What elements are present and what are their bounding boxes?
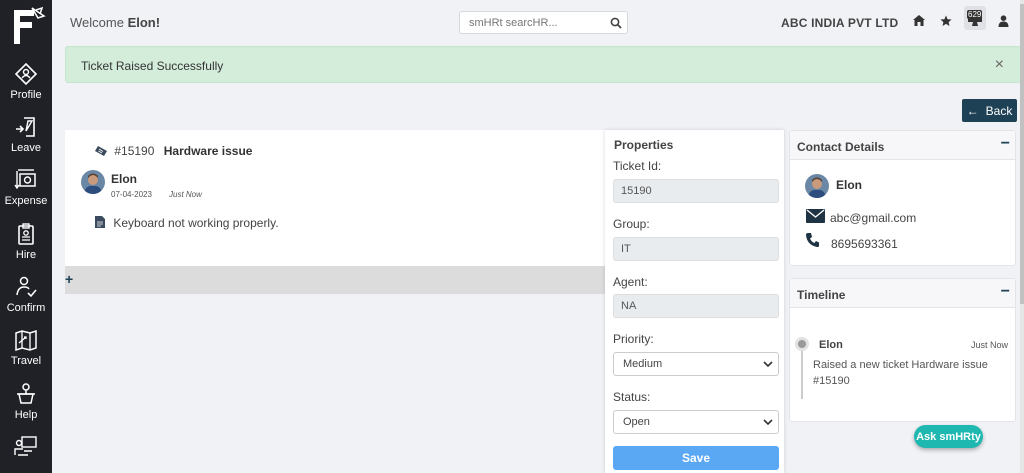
- group-label: Group:: [613, 217, 650, 231]
- alert-close-button[interactable]: ×: [995, 56, 1004, 74]
- hire-icon: [18, 223, 34, 245]
- contact-details-header: Contact Details −: [790, 131, 1015, 160]
- welcome-text: Welcome Elon!: [70, 15, 160, 30]
- sidebar-item-help[interactable]: Help: [0, 382, 52, 421]
- ticket-time: Just Now: [169, 190, 202, 199]
- back-label: Back: [985, 103, 1013, 118]
- chevron-down-icon: [763, 419, 773, 426]
- timeline-header: Timeline −: [790, 279, 1015, 308]
- minimize-button[interactable]: −: [1001, 135, 1010, 153]
- minimize-button[interactable]: −: [1001, 283, 1010, 301]
- training-icon: [14, 436, 37, 456]
- arrow-left-icon: ←: [966, 103, 979, 118]
- top-header: Welcome Elon! ABC INDIA PVT LTD 629: [52, 0, 1024, 42]
- sidebar-item-expense[interactable]: Expense: [0, 168, 52, 207]
- notifications-button[interactable]: 629: [964, 6, 986, 30]
- star-icon[interactable]: [940, 15, 952, 27]
- sidebar: Profile Leave Expense Hire Confirm Trave…: [0, 0, 52, 473]
- sidebar-item-profile[interactable]: Profile: [0, 62, 52, 101]
- sidebar-item-more[interactable]: [0, 435, 52, 459]
- ticket-date: 07-04-2023: [111, 190, 152, 199]
- search-box[interactable]: [459, 11, 628, 34]
- timeline-card: Timeline − Elon Just Now Raised a new ti…: [789, 278, 1016, 422]
- sidebar-item-label: Expense: [4, 195, 48, 207]
- add-reply-button[interactable]: +: [65, 271, 73, 287]
- ticket-number: #15190: [114, 144, 155, 158]
- search-input[interactable]: [460, 12, 600, 33]
- contact-details-title: Contact Details: [797, 140, 885, 154]
- alert-message: Ticket Raised Successfully: [81, 59, 224, 73]
- save-button[interactable]: Save: [613, 446, 779, 470]
- brand-logo-icon[interactable]: [8, 6, 46, 46]
- page-scrollbar[interactable]: [1020, 0, 1024, 473]
- timeline-title: Timeline: [797, 288, 846, 302]
- sidebar-item-label: Hire: [15, 249, 37, 261]
- confirm-icon: [16, 276, 37, 298]
- avatar: [805, 174, 829, 198]
- success-alert: Ticket Raised Successfully ×: [65, 46, 1021, 83]
- ticket-title-line: #15190 Hardware issue: [95, 144, 252, 158]
- timeline-time: Just Now: [970, 340, 1008, 350]
- priority-value: Medium: [623, 358, 663, 370]
- status-value: Open: [623, 416, 650, 428]
- priority-select[interactable]: Medium: [613, 352, 779, 376]
- timeline-dot: [795, 337, 809, 351]
- status-select[interactable]: Open: [613, 410, 779, 434]
- avatar: [81, 170, 105, 194]
- priority-label: Priority:: [613, 332, 654, 346]
- properties-title: Properties: [614, 138, 674, 152]
- chevron-down-icon: [763, 361, 773, 368]
- sidebar-item-confirm[interactable]: Confirm: [0, 275, 52, 314]
- sidebar-item-label: Travel: [10, 355, 42, 367]
- sidebar-item-travel[interactable]: Travel: [0, 328, 52, 367]
- profile-icon: [14, 62, 38, 86]
- welcome-prefix: Welcome: [70, 15, 124, 30]
- leave-icon: [16, 117, 35, 137]
- envelope-icon: [806, 209, 825, 223]
- contact-name: Elon: [836, 178, 862, 192]
- contact-email[interactable]: abc@gmail.com: [830, 211, 916, 225]
- travel-icon: [15, 329, 37, 352]
- agent-label: Agent:: [613, 275, 648, 289]
- ticket-user-name: Elon: [111, 172, 137, 186]
- reply-bar[interactable]: +: [65, 266, 605, 294]
- ticket-id-field: 15190: [613, 179, 779, 203]
- sidebar-item-hire[interactable]: Hire: [0, 222, 52, 261]
- ticket-subject: Hardware issue: [163, 144, 253, 158]
- agent-field: NA: [613, 294, 779, 318]
- back-button[interactable]: ← Back: [962, 99, 1017, 122]
- sidebar-item-label: Leave: [11, 142, 41, 154]
- user-icon[interactable]: [998, 15, 1009, 27]
- sidebar-item-label: Help: [14, 409, 38, 421]
- search-icon[interactable]: [610, 17, 622, 29]
- timeline-text: Raised a new ticket Hardware issue #1519…: [813, 359, 988, 387]
- contact-details-card: Contact Details − Elon abc@gmail.com 869…: [789, 130, 1016, 266]
- document-icon: [95, 216, 105, 228]
- ask-smhrty-button[interactable]: Ask smHRty: [914, 425, 983, 448]
- welcome-user-name: Elon!: [127, 15, 161, 30]
- scrollbar-thumb[interactable]: [1020, 4, 1024, 304]
- ticket-description-text: Keyboard not working properly.: [113, 216, 279, 230]
- company-name: ABC INDIA PVT LTD: [781, 16, 899, 30]
- ticket-description: Keyboard not working properly.: [95, 216, 279, 230]
- ticket-panel: #15190 Hardware issue Elon 07-04-2023 Ju…: [65, 130, 605, 266]
- expense-icon: [14, 169, 36, 190]
- sidebar-item-leave[interactable]: Leave: [0, 115, 52, 154]
- ticket-icon: [95, 146, 107, 156]
- phone-icon: [806, 233, 819, 247]
- status-label: Status:: [613, 390, 651, 404]
- contact-phone[interactable]: 8695693361: [831, 237, 898, 251]
- properties-panel: Properties Ticket Id: 15190 Group: IT Ag…: [605, 130, 784, 473]
- timeline-user: Elon: [819, 339, 843, 351]
- sidebar-item-label: Profile: [10, 89, 42, 101]
- ticket-id-label: Ticket Id:: [613, 159, 662, 173]
- group-field: IT: [613, 237, 779, 261]
- home-icon[interactable]: [913, 15, 925, 26]
- notification-badge: 629: [967, 10, 983, 19]
- help-icon: [17, 383, 35, 404]
- sidebar-item-label: Confirm: [6, 302, 46, 314]
